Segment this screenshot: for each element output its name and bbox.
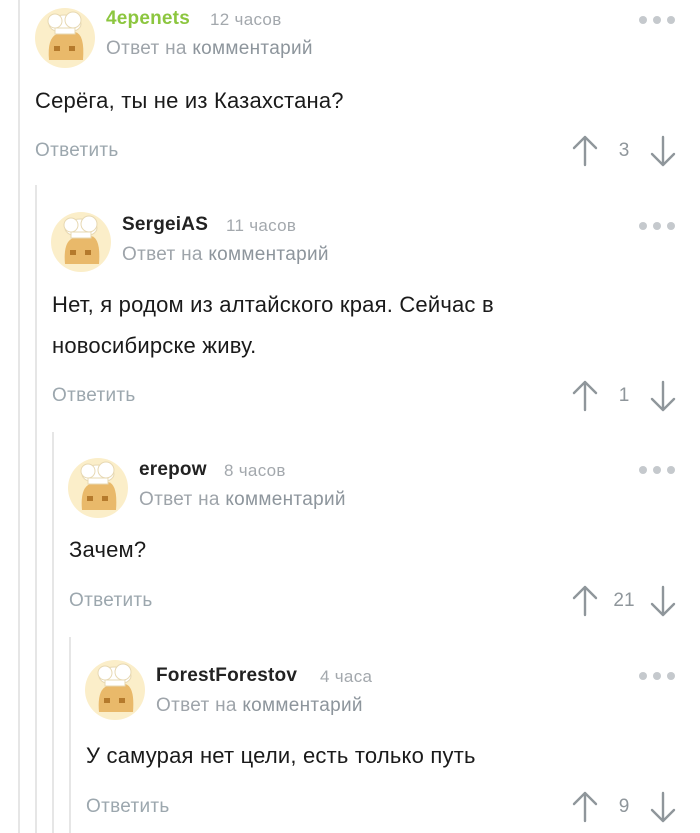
thread-line — [18, 0, 20, 833]
arrow-up-icon[interactable] — [570, 134, 600, 168]
comment-score: 3 — [618, 140, 630, 161]
comment-author[interactable]: ForestForestov — [156, 665, 297, 687]
comment-score: 1 — [618, 385, 630, 406]
avatar[interactable] — [35, 8, 95, 68]
reply-to-line: Ответ на комментарий — [156, 695, 363, 717]
comment-time: 4 часа — [320, 667, 373, 686]
chef-avatar-icon — [35, 8, 95, 68]
comment-time: 12 часов — [210, 10, 282, 29]
reply-to-line: Ответ на комментарий — [106, 38, 313, 60]
avatar[interactable] — [51, 212, 111, 272]
comment-author[interactable]: 4epenets — [106, 8, 190, 30]
thread-line — [69, 637, 71, 833]
arrow-down-icon[interactable] — [648, 134, 678, 168]
comment-text: У самурая нет цели, есть только путь — [86, 743, 476, 768]
more-dots-icon[interactable] — [639, 669, 675, 683]
reply-to-prefix: Ответ на — [139, 489, 220, 510]
comment-text: Нет, я родом из алтайского края. Сейчас … — [52, 292, 494, 358]
reply-button[interactable]: Ответить — [35, 140, 119, 162]
avatar[interactable] — [68, 458, 128, 518]
arrow-up-icon[interactable] — [570, 379, 600, 413]
comment-text: Зачем? — [69, 537, 147, 562]
avatar[interactable] — [85, 660, 145, 720]
comment-text: Серёга, ты не из Казахстана? — [35, 88, 344, 113]
arrow-down-icon[interactable] — [648, 379, 678, 413]
comment-author[interactable]: erepow — [139, 459, 207, 481]
reply-to-prefix: Ответ на — [106, 38, 187, 59]
arrow-up-icon[interactable] — [570, 790, 600, 824]
more-dots-icon[interactable] — [639, 13, 675, 27]
comment-score: 9 — [618, 796, 630, 817]
comment-time: 11 часов — [226, 216, 297, 235]
reply-to-link[interactable]: комментарий — [192, 38, 312, 59]
reply-to-link[interactable]: комментарий — [225, 489, 345, 510]
comment-author[interactable]: SergeiAS — [122, 214, 208, 236]
more-dots-icon[interactable] — [639, 463, 675, 477]
arrow-down-icon[interactable] — [648, 584, 678, 618]
more-dots-icon[interactable] — [639, 219, 675, 233]
reply-to-prefix: Ответ на — [156, 695, 237, 716]
reply-button[interactable]: Ответить — [52, 385, 136, 407]
arrow-up-icon[interactable] — [570, 584, 600, 618]
chef-avatar-icon — [51, 212, 111, 272]
reply-to-line: Ответ на комментарий — [139, 489, 346, 511]
arrow-down-icon[interactable] — [648, 790, 678, 824]
reply-to-prefix: Ответ на — [122, 244, 203, 265]
chef-avatar-icon — [85, 660, 145, 720]
comment-score: 21 — [613, 590, 635, 611]
reply-button[interactable]: Ответить — [69, 590, 153, 612]
thread-line — [52, 432, 54, 833]
reply-to-line: Ответ на комментарий — [122, 244, 329, 266]
thread-line — [35, 185, 37, 833]
reply-to-link[interactable]: комментарий — [208, 244, 328, 265]
reply-to-link[interactable]: комментарий — [242, 695, 362, 716]
comment-time: 8 часов — [224, 461, 286, 480]
reply-button[interactable]: Ответить — [86, 796, 170, 818]
chef-avatar-icon — [68, 458, 128, 518]
